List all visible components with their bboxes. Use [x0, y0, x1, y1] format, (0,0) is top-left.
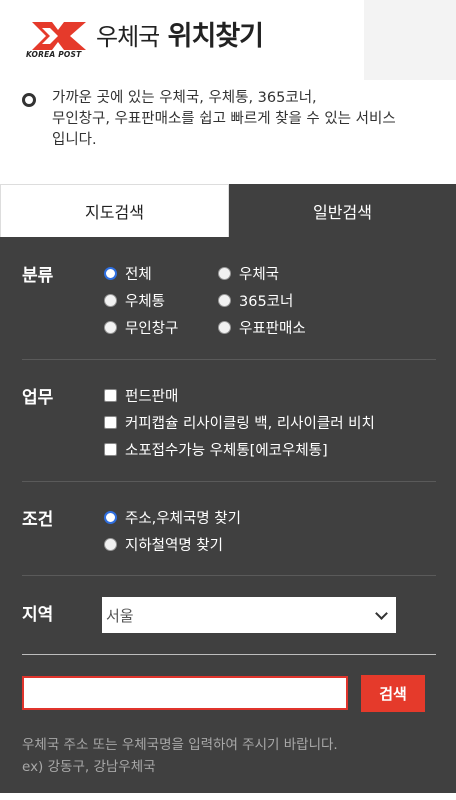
option-label: 커피캡슐 리사이클링 백, 리사이클러 비치: [125, 416, 375, 432]
search-tabs: 지도검색 일반검색: [0, 184, 456, 237]
condition-label: 조건: [22, 510, 54, 530]
category-option-365-corner[interactable]: 365코너: [218, 290, 293, 311]
title-main: 위치찾기: [167, 21, 264, 52]
radio-subway[interactable]: [104, 538, 117, 551]
radio-all[interactable]: [104, 267, 117, 280]
category-option-all[interactable]: 전체: [104, 263, 152, 284]
header-shade: [364, 0, 456, 80]
radio-mailbox[interactable]: [104, 294, 117, 307]
radio-stamp-seller[interactable]: [218, 321, 231, 334]
region-section: 지역 서울: [22, 597, 436, 633]
bullet-icon: [22, 93, 36, 107]
tab-map-search[interactable]: 지도검색: [0, 184, 229, 237]
region-label: 지역: [22, 605, 54, 625]
radio-post-office[interactable]: [218, 267, 231, 280]
search-panel: 분류 전체 우체국 우체통 365코너 무인창구 우표판매소 업무 펀드판매 커…: [0, 237, 456, 793]
services-label: 업무: [22, 388, 54, 408]
region-selected-value: 서울: [106, 606, 134, 625]
checkbox-eco-mailbox[interactable]: [104, 443, 117, 456]
brand-text: KOREA POST: [26, 50, 82, 59]
checkbox-fund[interactable]: [104, 389, 117, 402]
page-header: KOREA POST 우체국 위치찾기: [0, 0, 456, 80]
option-label: 소포접수가능 우체통[에코우체통]: [125, 443, 328, 459]
search-input[interactable]: [22, 676, 348, 710]
bottom-strip: [0, 793, 456, 800]
condition-option-subway[interactable]: 지하철역명 찾기: [104, 534, 223, 555]
category-option-mailbox[interactable]: 우체통: [104, 290, 165, 311]
page-title: 우체국 위치찾기: [96, 14, 264, 53]
search-button[interactable]: 검색: [361, 675, 425, 712]
help-line-1: 우체국 주소 또는 우체국명을 입력하여 주시기 바랍니다.: [22, 737, 338, 753]
radio-unmanned-counter[interactable]: [104, 321, 117, 334]
checkbox-coffee-capsule[interactable]: [104, 416, 117, 429]
chevron-down-icon: [375, 607, 388, 620]
search-help: 우체국 주소 또는 우체국명을 입력하여 주시기 바랍니다. ex) 강동구, …: [22, 734, 442, 778]
radio-address[interactable]: [104, 511, 117, 524]
option-label: 우표판매소: [239, 321, 306, 337]
option-label: 365코너: [239, 294, 294, 310]
category-option-stamp-seller[interactable]: 우표판매소: [218, 317, 306, 338]
option-label: 전체: [125, 267, 152, 283]
tab-general-search[interactable]: 일반검색: [229, 184, 456, 237]
divider: [22, 654, 436, 655]
option-label: 우체국: [239, 267, 280, 283]
divider: [22, 481, 436, 482]
title-prefix: 우체국: [96, 23, 160, 51]
divider: [22, 575, 436, 576]
service-option-eco-mailbox[interactable]: 소포접수가능 우체통[에코우체통]: [104, 439, 328, 460]
help-line-2: ex) 강동구, 강남우체국: [22, 759, 156, 775]
category-option-post-office[interactable]: 우체국: [218, 263, 279, 284]
option-label: 우체통: [125, 294, 166, 310]
divider: [22, 359, 436, 360]
service-option-fund[interactable]: 펀드판매: [104, 385, 178, 406]
category-option-unmanned-counter[interactable]: 무인창구: [104, 317, 178, 338]
radio-365-corner[interactable]: [218, 294, 231, 307]
category-label: 분류: [22, 266, 54, 286]
condition-option-address[interactable]: 주소,우체국명 찾기: [104, 507, 241, 528]
option-label: 주소,우체국명 찾기: [125, 511, 241, 527]
region-select[interactable]: 서울: [102, 597, 396, 633]
option-label: 지하철역명 찾기: [125, 538, 223, 554]
service-option-coffee-capsule[interactable]: 커피캡슐 리사이클링 백, 리사이클러 비치: [104, 412, 375, 433]
option-label: 무인창구: [125, 321, 179, 337]
option-label: 펀드판매: [125, 389, 179, 405]
intro-text: 가까운 곳에 있는 우체국, 우체통, 365코너, 무인창구, 우표판매소를 …: [52, 90, 396, 148]
